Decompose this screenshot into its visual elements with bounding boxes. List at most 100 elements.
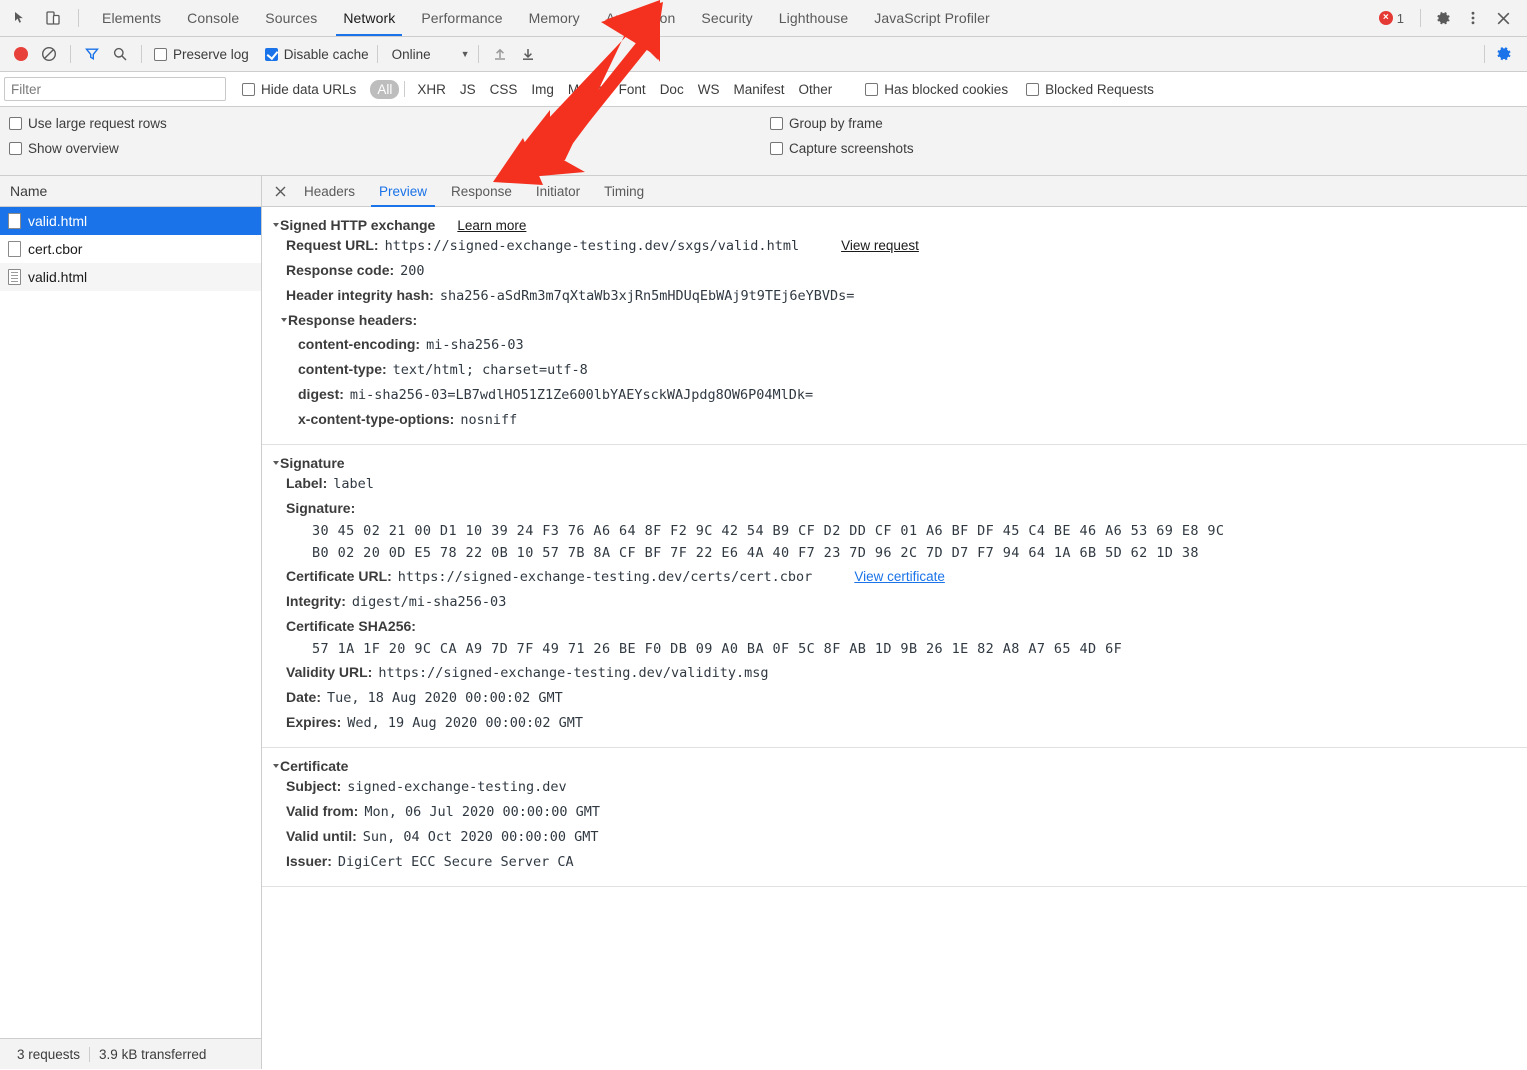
date-value: Tue, 18 Aug 2020 00:00:02 GMT xyxy=(327,690,563,706)
header-value: nosniff xyxy=(460,412,517,428)
checkbox-box xyxy=(770,142,783,155)
disable-cache-checkbox[interactable]: Disable cache xyxy=(265,47,369,62)
response-headers-header[interactable]: Response headers: xyxy=(262,308,1527,332)
preserve-log-checkbox[interactable]: Preserve log xyxy=(154,47,249,62)
response-header-row: x-content-type-options: nosniff xyxy=(262,407,1527,432)
tab-sources[interactable]: Sources xyxy=(252,0,330,36)
learn-more-link[interactable]: Learn more xyxy=(457,218,526,233)
tab-lighthouse[interactable]: Lighthouse xyxy=(766,0,862,36)
table-row[interactable]: valid.html xyxy=(0,263,261,291)
use-large-request-rows-checkbox[interactable]: Use large request rows xyxy=(9,116,760,131)
show-overview-checkbox[interactable]: Show overview xyxy=(9,141,760,156)
network-settings-gear-icon[interactable] xyxy=(1491,41,1517,67)
close-icon[interactable] xyxy=(1489,4,1517,32)
filter-input[interactable] xyxy=(4,77,226,101)
has-blocked-cookies-checkbox[interactable]: Has blocked cookies xyxy=(865,82,1008,97)
throttling-select[interactable]: Online ▼ xyxy=(386,47,470,62)
checkbox-box xyxy=(1026,83,1039,96)
tab-console[interactable]: Console xyxy=(174,0,252,36)
filter-type-media[interactable]: Media xyxy=(561,80,612,99)
throttling-value: Online xyxy=(392,47,431,62)
integrity-row: Integrity: digest/mi-sha256-03 xyxy=(262,589,1527,614)
table-row[interactable]: cert.cbor xyxy=(0,235,261,263)
section-header[interactable]: Signature xyxy=(262,455,1527,471)
clear-button[interactable] xyxy=(36,41,62,67)
table-row[interactable]: valid.html xyxy=(0,207,261,235)
divider xyxy=(70,45,71,63)
tab-memory[interactable]: Memory xyxy=(516,0,593,36)
valid-until-row: Valid until: Sun, 04 Oct 2020 00:00:00 G… xyxy=(262,824,1527,849)
filter-type-doc[interactable]: Doc xyxy=(653,80,691,99)
tab-application[interactable]: Application xyxy=(593,0,689,36)
response-header-row: digest: mi-sha256-03=LB7wdlHO51Z1Ze600lb… xyxy=(262,382,1527,407)
error-count-badge[interactable]: × 1 xyxy=(1371,11,1412,26)
network-settings-pane: Use large request rows Show overview Gro… xyxy=(0,107,1527,176)
tab-elements[interactable]: Elements xyxy=(89,0,174,36)
more-vertical-icon[interactable] xyxy=(1459,4,1487,32)
filter-type-js[interactable]: JS xyxy=(453,80,483,99)
view-certificate-link[interactable]: View certificate xyxy=(854,569,945,584)
chevron-down-icon[interactable] xyxy=(281,318,287,322)
filter-type-xhr[interactable]: XHR xyxy=(410,80,453,99)
view-request-link[interactable]: View request xyxy=(841,238,919,253)
filter-type-manifest[interactable]: Manifest xyxy=(726,80,791,99)
chevron-down-icon[interactable] xyxy=(273,764,279,768)
header-name: content-encoding: xyxy=(298,336,420,352)
group-by-frame-checkbox[interactable]: Group by frame xyxy=(770,116,914,131)
device-toolbar-icon[interactable] xyxy=(40,5,66,31)
section-title: Certificate xyxy=(280,758,348,774)
tab-javascript-profiler[interactable]: JavaScript Profiler xyxy=(861,0,1003,36)
request-name: valid.html xyxy=(28,269,87,285)
tab-performance[interactable]: Performance xyxy=(408,0,515,36)
filter-type-all[interactable]: All xyxy=(370,80,399,99)
validity-url-label: Validity URL: xyxy=(286,664,372,680)
section-header[interactable]: Signed HTTP exchange Learn more xyxy=(262,217,1527,233)
response-code-value: 200 xyxy=(400,263,424,279)
valid-until-label: Valid until: xyxy=(286,828,357,844)
chevron-down-icon[interactable] xyxy=(273,461,279,465)
funnel-icon[interactable] xyxy=(79,41,105,67)
search-icon[interactable] xyxy=(107,41,133,67)
integrity-label: Integrity: xyxy=(286,593,346,609)
date-label: Date: xyxy=(286,689,321,705)
request-detail-panel: Headers Preview Response Initiator Timin… xyxy=(262,176,1527,1069)
checkbox-box xyxy=(265,48,278,61)
devtools-tab-strip: Elements Console Sources Network Perform… xyxy=(0,0,1527,37)
validity-url-row: Validity URL: https://signed-exchange-te… xyxy=(262,660,1527,685)
tab-network[interactable]: Network xyxy=(330,0,408,36)
close-icon[interactable] xyxy=(268,179,292,203)
filter-type-ws[interactable]: WS xyxy=(691,80,727,99)
signed-exchange-preview: Signed HTTP exchange Learn more Request … xyxy=(262,207,1527,1069)
blocked-requests-checkbox[interactable]: Blocked Requests xyxy=(1026,82,1154,97)
use-large-request-rows-label: Use large request rows xyxy=(28,116,167,131)
filter-type-font[interactable]: Font xyxy=(612,80,653,99)
tab-security[interactable]: Security xyxy=(688,0,765,36)
request-list-column-header[interactable]: Name xyxy=(0,176,261,207)
tab-headers[interactable]: Headers xyxy=(292,176,367,207)
filter-type-img[interactable]: Img xyxy=(524,80,561,99)
settings-column-left: Use large request rows Show overview xyxy=(0,116,760,167)
chevron-down-icon[interactable] xyxy=(273,223,279,227)
filter-type-other[interactable]: Other xyxy=(791,80,839,99)
valid-from-row: Valid from: Mon, 06 Jul 2020 00:00:00 GM… xyxy=(262,799,1527,824)
record-button[interactable] xyxy=(8,41,34,67)
filter-type-bar: Hide data URLs All XHR JS CSS Img Media … xyxy=(242,80,1154,99)
header-name: content-type: xyxy=(298,361,387,377)
section-header[interactable]: Certificate xyxy=(262,758,1527,774)
hide-data-urls-checkbox[interactable]: Hide data URLs xyxy=(242,82,356,97)
tab-initiator[interactable]: Initiator xyxy=(524,176,592,207)
cert-sha256-hex-line: 57 1A 1F 20 9C CA A9 7D 7F 49 71 26 BE F… xyxy=(262,638,1527,660)
export-har-icon[interactable] xyxy=(515,41,541,67)
import-har-icon[interactable] xyxy=(487,41,513,67)
tab-response[interactable]: Response xyxy=(439,176,524,207)
checkbox-box xyxy=(770,117,783,130)
preserve-log-label: Preserve log xyxy=(173,47,249,62)
filter-type-css[interactable]: CSS xyxy=(483,80,525,99)
inspect-element-icon[interactable] xyxy=(8,5,34,31)
issuer-row: Issuer: DigiCert ECC Secure Server CA xyxy=(262,849,1527,874)
request-list-empty-space xyxy=(0,291,261,1038)
gear-icon[interactable] xyxy=(1429,4,1457,32)
tab-preview[interactable]: Preview xyxy=(367,176,439,207)
tab-timing[interactable]: Timing xyxy=(592,176,656,207)
capture-screenshots-checkbox[interactable]: Capture screenshots xyxy=(770,141,914,156)
